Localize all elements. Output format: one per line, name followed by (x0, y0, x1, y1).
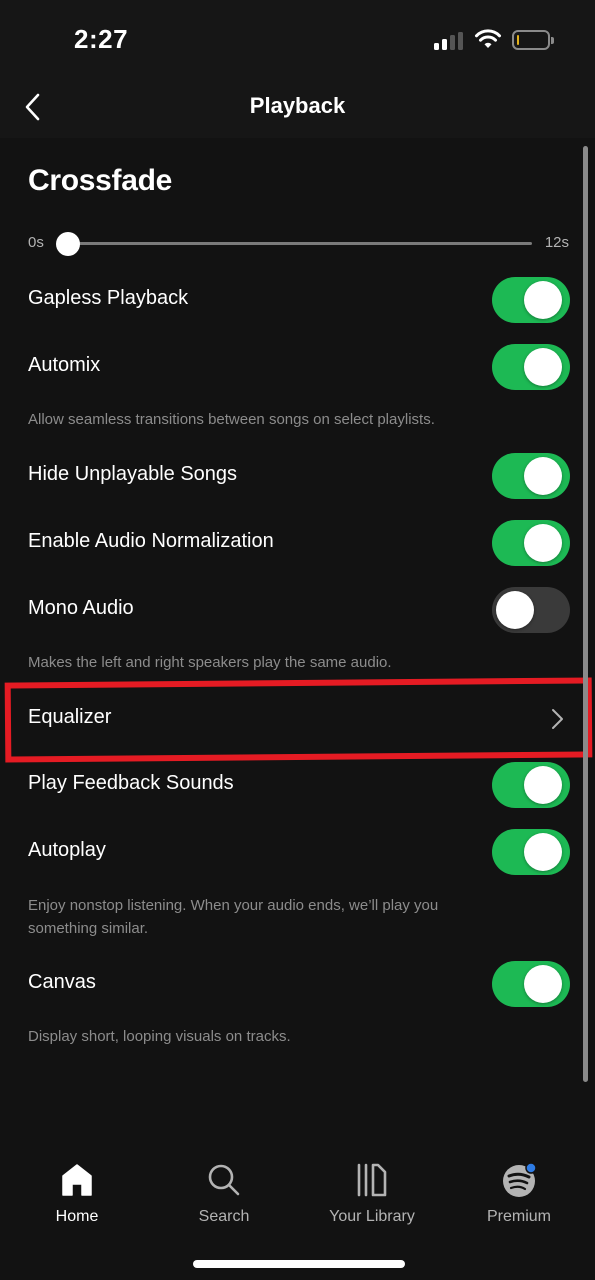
status-bar: 2:27 (0, 0, 595, 76)
spotify-logo-icon (503, 1162, 537, 1197)
setting-label: Enable Audio Normalization (28, 530, 274, 552)
autoplay-description-line1: Enjoy nonstop listening. When your audio… (28, 897, 439, 914)
tab-label: Home (55, 1208, 99, 1225)
setting-label: Gapless Playback (28, 287, 189, 309)
battery-icon (512, 30, 550, 50)
toggle-knob (524, 348, 562, 386)
nav-header: Playback (0, 76, 595, 138)
status-time: 2:27 (74, 24, 129, 54)
home-indicator[interactable] (193, 1260, 405, 1268)
setting-label: Play Feedback Sounds (28, 772, 234, 794)
crossfade-slider: 0s 12s (28, 230, 573, 256)
mono-audio-toggle[interactable] (492, 587, 570, 633)
crossfade-title: Crossfade (28, 164, 173, 197)
toggle-knob (524, 281, 562, 319)
setting-label: Mono Audio (28, 597, 134, 619)
scrollbar[interactable] (583, 146, 588, 1082)
audio-normalization-toggle[interactable] (492, 520, 570, 566)
slider-min-label: 0s (28, 234, 44, 251)
setting-label: Equalizer (28, 706, 112, 728)
setting-label: Automix (28, 354, 101, 376)
library-icon (357, 1163, 387, 1197)
cellular-signal-icon (434, 32, 464, 50)
tab-label: Premium (486, 1208, 551, 1225)
canvas-description: Display short, looping visuals on tracks… (28, 1028, 291, 1045)
setting-gapless-playback: Gapless Playback (0, 275, 595, 325)
gapless-playback-toggle[interactable] (492, 277, 570, 323)
automix-description: Allow seamless transitions between songs… (28, 411, 435, 428)
tab-home[interactable]: Home (17, 1156, 137, 1236)
setting-mono-audio: Mono Audio (0, 585, 595, 635)
tab-label: Your Library (329, 1208, 415, 1225)
tab-search[interactable]: Search (164, 1156, 284, 1236)
slider-track[interactable] (56, 232, 532, 256)
play-feedback-sounds-toggle[interactable] (492, 762, 570, 808)
setting-autoplay: Autoplay (0, 827, 595, 877)
mono-audio-description: Makes the left and right speakers play t… (28, 654, 392, 671)
toggle-knob (524, 833, 562, 871)
hide-unplayable-songs-toggle[interactable] (492, 453, 570, 499)
setting-label: Autoplay (28, 839, 106, 861)
battery-tip (551, 37, 554, 44)
autoplay-description-line2: something similar. (28, 920, 149, 937)
setting-play-feedback-sounds: Play Feedback Sounds (0, 760, 595, 810)
wifi-icon (475, 29, 501, 48)
bottom-tab-bar: Home Search Your Library Premium (0, 1140, 595, 1280)
screen: 2:27 Playback Crossfade 0s 12s Gapless P… (0, 0, 595, 1280)
notification-badge (525, 1162, 537, 1174)
page-title: Playback (249, 93, 346, 118)
tab-premium[interactable]: Premium (459, 1156, 579, 1236)
toggle-knob (524, 965, 562, 1003)
toggle-knob (496, 591, 534, 629)
setting-hide-unplayable-songs: Hide Unplayable Songs (0, 451, 595, 501)
setting-audio-normalization: Enable Audio Normalization (0, 518, 595, 568)
setting-label: Canvas (28, 971, 96, 993)
toggle-knob (524, 524, 562, 562)
tab-your-library[interactable]: Your Library (312, 1156, 432, 1236)
tab-label: Search (198, 1208, 250, 1225)
setting-automix: Automix (0, 342, 595, 392)
toggle-knob (524, 457, 562, 495)
toggle-knob (524, 766, 562, 804)
setting-label: Hide Unplayable Songs (28, 463, 238, 485)
autoplay-toggle[interactable] (492, 829, 570, 875)
chevron-right-icon (552, 709, 563, 729)
battery-level (517, 35, 519, 45)
home-icon (62, 1164, 92, 1196)
setting-equalizer[interactable]: Equalizer (0, 694, 595, 744)
slider-max-label: 12s (544, 234, 569, 251)
settings-content: Crossfade 0s 12s Gapless Playback Automi… (0, 138, 595, 1138)
automix-toggle[interactable] (492, 344, 570, 390)
setting-canvas: Canvas (0, 959, 595, 1009)
slider-thumb[interactable] (56, 232, 80, 256)
search-icon (208, 1164, 240, 1196)
canvas-toggle[interactable] (492, 961, 570, 1007)
